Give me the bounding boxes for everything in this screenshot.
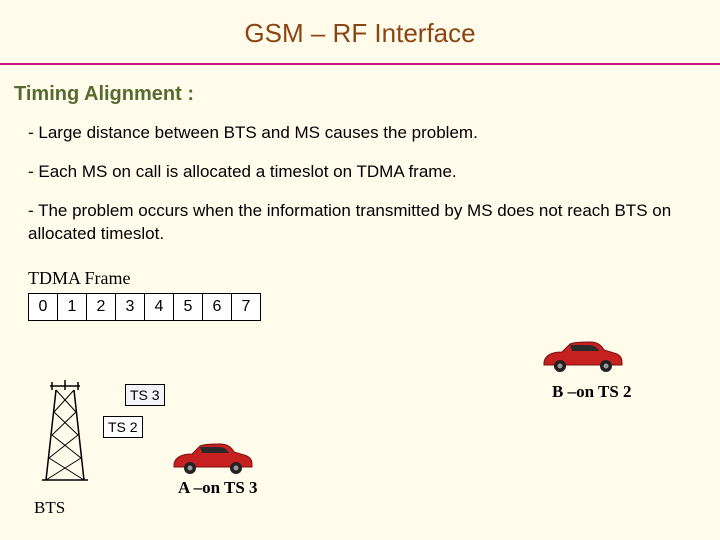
tdma-frame-table: 0 1 2 3 4 5 6 7 [28, 293, 261, 321]
section-subtitle: Timing Alignment : [14, 83, 720, 106]
slot-6: 6 [203, 293, 232, 320]
tdma-frame-label: TDMA Frame [28, 268, 720, 289]
ts3-box: TS 3 [125, 384, 165, 406]
page-title: GSM – RF Interface [244, 18, 475, 48]
slot-4: 4 [145, 293, 174, 320]
car-b-icon [540, 340, 626, 374]
bullet-3: - The problem occurs when the informatio… [28, 200, 698, 246]
slot-5: 5 [174, 293, 203, 320]
slot-7: 7 [232, 293, 261, 320]
car-a-label: A –on TS 3 [178, 478, 258, 498]
title-bar: GSM – RF Interface [0, 0, 720, 59]
ts2-box: TS 2 [103, 416, 143, 438]
slot-3: 3 [116, 293, 145, 320]
slot-1: 1 [58, 293, 87, 320]
car-b-label: B –on TS 2 [552, 382, 632, 402]
bullet-2: - Each MS on call is allocated a timeslo… [28, 161, 698, 184]
title-underline [0, 63, 720, 65]
bts-label: BTS [34, 498, 65, 518]
bullet-1: - Large distance between BTS and MS caus… [28, 122, 698, 145]
slot-0: 0 [29, 293, 58, 320]
slot-2: 2 [87, 293, 116, 320]
bts-tower-icon [40, 380, 90, 490]
car-a-icon [170, 442, 256, 476]
